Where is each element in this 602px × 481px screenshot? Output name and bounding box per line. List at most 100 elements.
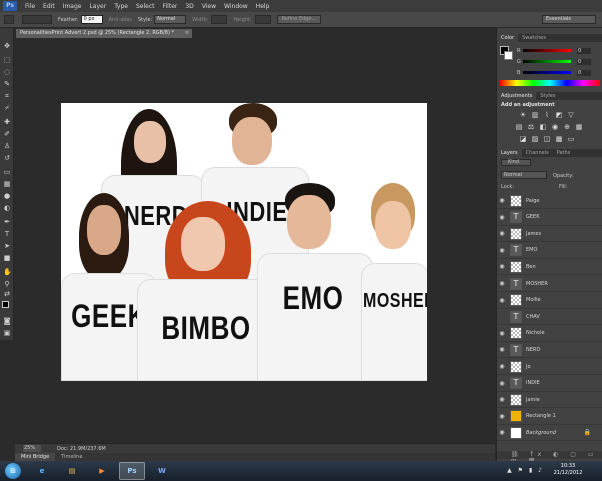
visibility-eye-icon[interactable]: ◉ [497, 230, 507, 237]
menu-3d[interactable]: 3D [185, 3, 193, 10]
visibility-eye-icon[interactable]: ◉ [497, 380, 507, 387]
file-explorer-icon[interactable]: ▤ [59, 462, 85, 480]
red-slider[interactable]: R 0 [517, 47, 601, 54]
document-tab[interactable]: PersonalitiesPrint Advert 2.psd @ 25% (R… [16, 29, 192, 38]
word-icon[interactable]: W [149, 462, 175, 480]
foreground-color-swatch[interactable] [2, 301, 9, 308]
gradient-tool-icon[interactable]: ▦ [3, 180, 11, 188]
layer-thumbnail[interactable] [510, 410, 522, 423]
channel-mixer-icon[interactable]: ⊕ [563, 123, 571, 131]
brightness-icon[interactable]: ☀ [519, 111, 527, 119]
layer-thumbnail[interactable] [510, 360, 522, 373]
antialias-checkbox[interactable]: Anti-alias [109, 17, 132, 23]
screen-mode-icon[interactable]: ▣ [3, 329, 11, 337]
text-layer-icon[interactable]: T [510, 277, 522, 290]
menu-type[interactable]: Type [114, 3, 128, 10]
tab-timeline[interactable]: Timeline [55, 453, 88, 461]
layer-name[interactable]: Ben [526, 264, 536, 270]
menu-file[interactable]: File [25, 3, 35, 10]
marquee-tool-preset[interactable] [4, 15, 14, 24]
green-value[interactable]: 0 [577, 58, 591, 65]
blue-track[interactable] [523, 71, 571, 74]
feather-input[interactable]: 0 px [80, 15, 103, 24]
history-brush-tool-icon[interactable]: ↺ [3, 154, 11, 162]
layer-name[interactable]: Nichole [526, 330, 545, 336]
style-select[interactable]: Normal [154, 15, 187, 24]
layer-thumbnail[interactable] [510, 294, 522, 307]
menu-image[interactable]: Image [63, 3, 82, 10]
zoom-tool-icon[interactable]: ⚲ [3, 280, 11, 288]
layer-filter-select[interactable]: Kind [501, 159, 531, 166]
layer-row[interactable]: ◉ Ben [497, 259, 602, 276]
swap-colors-icon[interactable]: ⇄ [3, 290, 11, 298]
menu-view[interactable]: View [202, 3, 216, 10]
quick-select-tool-icon[interactable]: ✎ [3, 80, 11, 88]
layer-row[interactable]: ◉ Paige [497, 193, 602, 209]
layer-name[interactable]: CHAV [526, 314, 540, 320]
visibility-eye-icon[interactable]: ◉ [497, 363, 507, 370]
layer-name[interactable]: Jo [526, 364, 531, 370]
tab-styles[interactable]: Styles [536, 92, 559, 100]
hue-saturation-icon[interactable]: ▤ [515, 123, 523, 131]
black-white-icon[interactable]: ◧ [539, 123, 547, 131]
eyedropper-tool-icon[interactable]: ⌿ [3, 104, 11, 112]
color-lookup-icon[interactable]: ▦ [575, 123, 583, 131]
layer-row[interactable]: ◉ Nichole [497, 326, 602, 342]
tab-swatches[interactable]: Swatches [518, 34, 550, 42]
visibility-eye-icon[interactable]: ◉ [497, 429, 507, 436]
document-canvas-photo[interactable]: NERD INDIE GEEK BIMBO EMO MOSHER [61, 103, 427, 381]
move-tool-icon[interactable]: ✥ [3, 42, 11, 50]
clone-stamp-tool-icon[interactable]: ♙ [3, 142, 11, 150]
pen-tool-icon[interactable]: ✒ [3, 218, 11, 226]
lasso-tool-icon[interactable]: ◌ [3, 68, 11, 76]
photo-filter-icon[interactable]: ◉ [551, 123, 559, 131]
refine-edge-button[interactable]: Refine Edge... [276, 15, 322, 24]
visibility-eye-icon[interactable]: ◉ [497, 330, 507, 337]
invert-icon[interactable]: ◪ [519, 135, 527, 143]
text-layer-icon[interactable]: T [510, 377, 522, 390]
levels-icon[interactable]: ▥ [531, 111, 539, 119]
blue-value[interactable]: 0 [577, 69, 591, 76]
hand-tool-icon[interactable]: ✋ [3, 268, 12, 276]
tab-paths[interactable]: Paths [553, 149, 575, 157]
curves-icon[interactable]: ⌇ [543, 111, 551, 119]
visibility-eye-icon[interactable]: ◉ [497, 396, 507, 403]
layer-thumbnail[interactable] [510, 194, 522, 207]
tab-mini-bridge[interactable]: Mini Bridge [15, 453, 56, 461]
clock[interactable]: 10:33 21/12/2012 [548, 463, 588, 477]
tab-adjustments[interactable]: Adjustments [497, 92, 537, 100]
layer-row[interactable]: ◉ T NERD [497, 342, 602, 359]
green-slider[interactable]: G 0 [517, 58, 601, 65]
layer-name[interactable]: NERD [526, 347, 540, 353]
marquee-tool-icon[interactable]: ⬚ [3, 56, 11, 64]
start-button[interactable]: ⊞ [5, 463, 21, 479]
workspace-select[interactable]: Essentials [542, 15, 596, 24]
layer-row[interactable]: ◉ Background 🔒 [497, 425, 602, 442]
blend-mode-select[interactable]: Normal [501, 171, 547, 179]
height-input[interactable] [254, 15, 271, 24]
text-layer-icon[interactable]: T [510, 310, 522, 323]
visibility-eye-icon[interactable]: ◉ [497, 297, 507, 304]
visibility-eye-icon[interactable]: ◉ [497, 346, 507, 353]
red-value[interactable]: 0 [577, 47, 591, 54]
layer-name[interactable]: INDIE [526, 380, 540, 386]
visibility-eye-icon[interactable]: ◉ [497, 247, 507, 254]
brush-tool-icon[interactable]: ✐ [3, 130, 11, 138]
visibility-eye-icon[interactable]: ◉ [497, 197, 507, 204]
gradient-map-icon[interactable]: ▭ [567, 135, 575, 143]
layer-row[interactable]: ◉ James [497, 226, 602, 243]
path-select-tool-icon[interactable]: ➤ [3, 242, 11, 250]
vibrance-icon[interactable]: ▽ [567, 111, 575, 119]
dodge-tool-icon[interactable]: ◐ [3, 204, 11, 212]
menu-window[interactable]: Window [224, 3, 248, 10]
internet-explorer-icon[interactable]: e [29, 462, 55, 480]
blue-slider[interactable]: B 0 [517, 69, 601, 76]
menu-edit[interactable]: Edit [43, 3, 55, 10]
layer-name[interactable]: Mollie [526, 297, 541, 303]
layer-name[interactable]: James [526, 231, 541, 237]
layers-footer-icons[interactable]: ⛓ fx ◐ ▢ ▭ ⊞ 🗑 [497, 451, 602, 465]
layer-thumbnail[interactable] [510, 426, 522, 439]
text-layer-icon[interactable]: T [510, 211, 522, 224]
type-tool-icon[interactable]: T [3, 230, 11, 238]
layer-thumbnail[interactable] [510, 393, 522, 406]
